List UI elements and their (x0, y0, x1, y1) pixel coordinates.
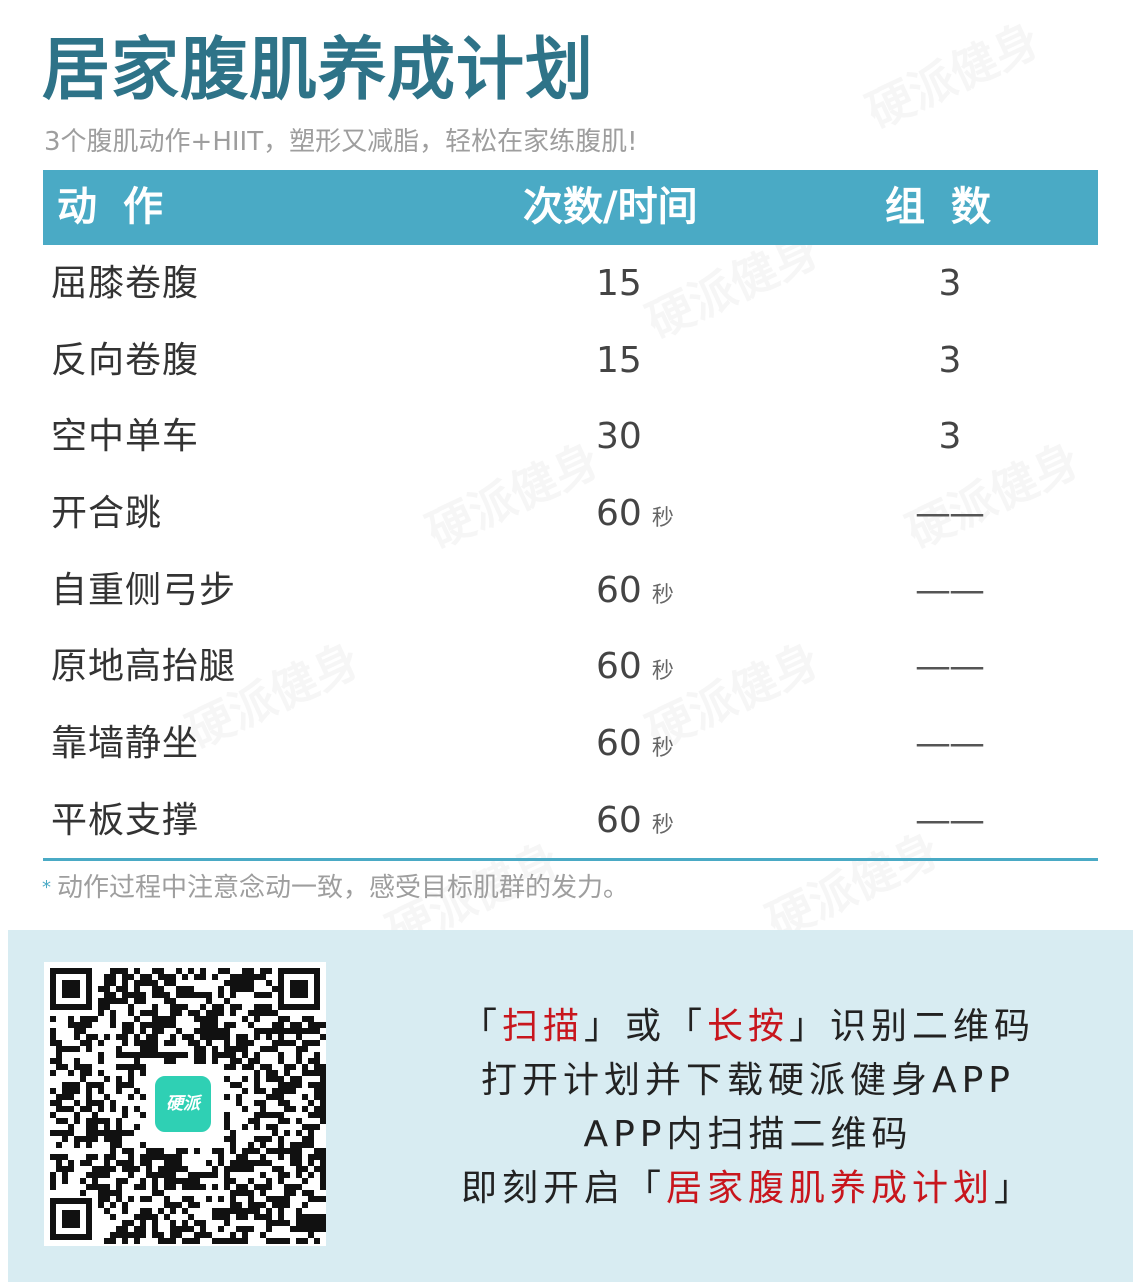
header-sets: 组数 (885, 184, 1017, 230)
footer-instructions: 「扫描」或「长按」识别二维码 打开计划并下载硬派健身APP APP内扫描二维码 … (408, 1000, 1088, 1216)
table-row: 空中单车 30 3 (43, 399, 1098, 476)
exercise-sets: —— (915, 799, 985, 841)
scan-highlight: 扫描 (501, 1006, 584, 1047)
exercise-name: 开合跳 (51, 493, 163, 535)
instruction-line-1: 「扫描」或「长按」识别二维码 (460, 1006, 1036, 1047)
exercise-unit: 秒 (651, 506, 674, 532)
footnote-star: * (42, 877, 51, 898)
qr-code[interactable]: 硬派 (44, 962, 326, 1246)
exercise-name: 靠墙静坐 (51, 723, 200, 765)
exercise-unit: 秒 (651, 812, 674, 838)
table-row: 平板支撑 60 秒 —— (43, 783, 1098, 860)
instruction-line-3: APP内扫描二维码 (583, 1114, 913, 1155)
table-row: 靠墙静坐 60 秒 —— (43, 706, 1098, 783)
exercise-count: 60 秒 (596, 646, 674, 688)
exercise-count: 15 (596, 263, 642, 304)
exercise-count: 15 (596, 339, 642, 381)
longpress-highlight: 长按 (707, 1006, 790, 1047)
exercise-name: 原地高抬腿 (51, 646, 237, 688)
footnote: * 动作过程中注意念动一致，感受目标肌群的发力。 (42, 870, 629, 906)
table-row: 反向卷腹 15 3 (43, 323, 1098, 400)
table-divider (43, 858, 1098, 861)
table-row: 开合跳 60 秒 —— (43, 476, 1098, 553)
header-count: 次数/时间 (523, 184, 698, 230)
instruction-line-4: 即刻开启「居家腹肌养成计划」 (460, 1168, 1036, 1209)
table-row: 原地高抬腿 60 秒 —— (43, 629, 1098, 706)
exercise-unit: 秒 (651, 582, 674, 608)
exercise-table: 屈膝卷腹 15 3 反向卷腹 15 3 空中单车 30 3 开合跳 60 秒 ——… (43, 246, 1098, 860)
exercise-count: 60 秒 (596, 799, 674, 841)
exercise-count: 60 秒 (596, 569, 674, 611)
app-logo-icon: 硬派 (151, 1072, 215, 1136)
exercise-sets: —— (915, 723, 985, 765)
exercise-sets: 3 (938, 339, 962, 381)
exercise-name: 平板支撑 (51, 799, 200, 841)
exercise-sets: —— (915, 569, 985, 611)
exercise-count: 60 秒 (596, 493, 674, 535)
exercise-sets: 3 (938, 416, 962, 458)
table-row: 自重侧弓步 60 秒 —— (43, 553, 1098, 630)
footer-panel: 硬派 「扫描」或「长按」识别二维码 打开计划并下载硬派健身APP APP内扫描二… (8, 930, 1133, 1282)
exercise-unit: 秒 (651, 659, 674, 685)
exercise-name: 空中单车 (51, 416, 200, 458)
exercise-count: 60 秒 (596, 723, 674, 765)
watermark: 硬派健身 (855, 4, 1050, 142)
page-title: 居家腹肌养成计划 (42, 31, 595, 110)
exercise-sets: —— (915, 646, 985, 688)
page-subtitle: 3个腹肌动作+HIIT，塑形又减脂，轻松在家练腹肌! (44, 127, 638, 157)
exercise-unit: 秒 (651, 736, 674, 762)
exercise-name: 屈膝卷腹 (51, 263, 200, 304)
exercise-count: 30 (596, 416, 642, 458)
footnote-text: 动作过程中注意念动一致，感受目标肌群的发力。 (57, 873, 630, 903)
exercise-sets: —— (915, 493, 985, 535)
exercise-sets: 3 (938, 263, 962, 304)
table-row: 屈膝卷腹 15 3 (43, 246, 1098, 323)
table-header: 动作 次数/时间 组数 (43, 170, 1098, 245)
header-action: 动作 (57, 184, 189, 230)
exercise-name: 反向卷腹 (51, 339, 200, 381)
exercise-name: 自重侧弓步 (51, 569, 237, 611)
instruction-line-2: 打开计划并下载硬派健身APP (480, 1060, 1016, 1101)
plan-highlight: 居家腹肌养成计划 (665, 1168, 994, 1209)
